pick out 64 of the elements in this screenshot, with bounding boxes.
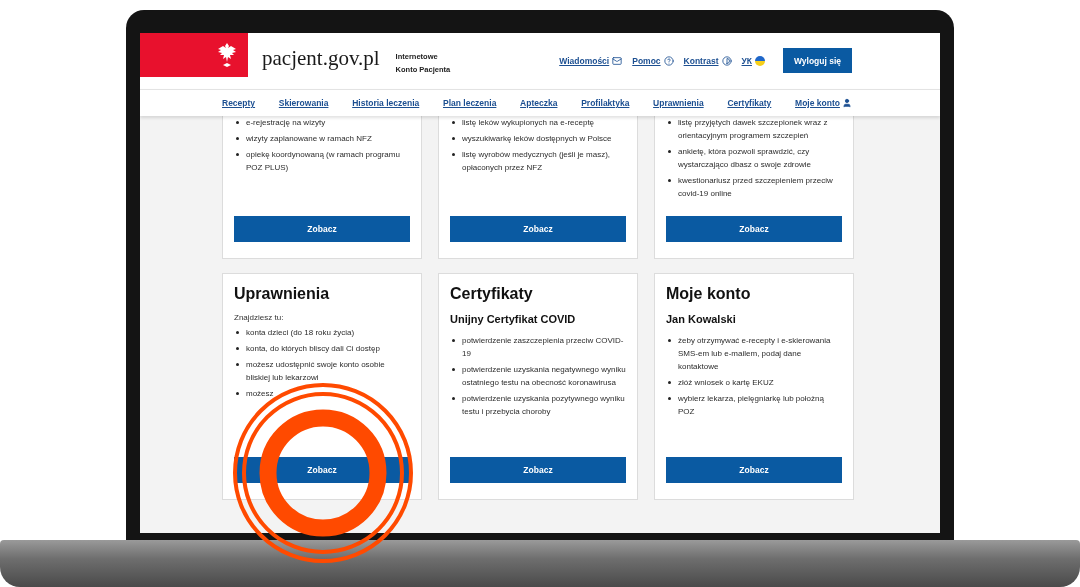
card-title: Certyfikaty	[450, 285, 534, 303]
bullet-icon	[668, 150, 671, 153]
nav-link[interactable]: Recepty	[222, 98, 256, 108]
bullet-icon	[236, 121, 239, 124]
nav-link[interactable]: Historia leczenia	[352, 98, 420, 108]
see-button[interactable]: Zobacz	[666, 216, 842, 242]
list-item-text: złóż wniosek o kartę EKUZ	[678, 377, 774, 389]
list-item-text: konta dzieci (do 18 roku życia)	[246, 327, 355, 339]
see-button[interactable]: Zobacz	[666, 457, 842, 483]
person-icon	[841, 98, 852, 108]
list-item-text: wyszukiwarkę leków dostępnych w Polsce	[462, 133, 612, 145]
header-link[interactable]: Kontrast	[683, 55, 732, 66]
bullet-icon	[236, 331, 239, 334]
bullet-icon	[452, 121, 455, 124]
list-item-text: możesz	[246, 388, 274, 400]
mail-icon	[612, 55, 623, 66]
site-logo[interactable]: pacjent.gov.pl	[262, 46, 380, 71]
bullet-icon	[236, 137, 239, 140]
list-item-text: potwierdzenie uzyskania pozytywnego wyniku testu i przebycia choroby	[462, 393, 626, 418]
bullet-icon	[452, 153, 455, 156]
list-item-text: opiekę koordynowaną (w ramach programu POZ PLUS)	[246, 149, 401, 174]
see-button[interactable]: Zobacz	[450, 216, 626, 242]
flag-icon	[755, 55, 765, 66]
nav-link[interactable]: Apteczka	[520, 98, 558, 108]
bullet-icon	[236, 153, 239, 156]
help-icon	[663, 55, 674, 66]
card-title: Uprawnienia	[234, 285, 331, 303]
header-link[interactable]: УК	[741, 55, 765, 66]
list-item-text: konta, do których bliscy dali Ci dostęp	[246, 343, 380, 355]
header-link[interactable]: Pomoc	[632, 55, 674, 66]
list-item-text: e-rejestrację na wizyty	[246, 117, 326, 129]
bullet-icon	[452, 137, 455, 140]
eagle-icon	[216, 41, 238, 69]
nav-link[interactable]: Moje konto	[795, 98, 852, 108]
list-item-text: listę leków wykupionych na e-receptę	[462, 117, 595, 129]
nav-link[interactable]: Skierowania	[278, 98, 329, 108]
bullet-icon	[668, 121, 671, 124]
nav-link[interactable]: Uprawnienia	[653, 98, 704, 108]
nav-link[interactable]: Certyfikaty	[727, 98, 772, 108]
list-item-text: wybierz lekarza, pielęgniarkę lub położną POZ	[678, 393, 825, 418]
bullet-icon	[668, 179, 671, 182]
nav-link[interactable]: Profilaktyka	[581, 98, 630, 108]
logout-button[interactable]: Wyloguj się	[783, 48, 852, 73]
card-subtitle: Unijny Certyfikat COVID	[450, 313, 577, 325]
bullet-icon	[236, 363, 239, 366]
contrast-icon	[721, 55, 732, 66]
bullet-icon	[452, 339, 455, 342]
card-subtitle: Jan Kowalski	[666, 313, 737, 325]
see-button[interactable]: Zobacz	[234, 216, 410, 242]
see-button[interactable]: Zobacz	[450, 457, 626, 483]
bullet-icon	[668, 339, 671, 342]
header-link[interactable]: Wiadomości	[559, 55, 623, 66]
list-item-text: kwestionariusz przed szczepieniem przeciw covid-19 online	[678, 175, 834, 200]
card-intro: Znajdziesz tu:	[234, 313, 285, 322]
card-title: Moje konto	[666, 285, 752, 303]
list-item-text: listę wyrobów medycznych (jeśli je masz), opłaconych przez NFZ	[462, 149, 612, 174]
bullet-icon	[452, 397, 455, 400]
nav-link[interactable]: Plan leczenia	[443, 98, 497, 108]
bullet-icon	[452, 368, 455, 371]
bullet-icon	[668, 381, 671, 384]
bullet-icon	[668, 397, 671, 400]
bullet-icon	[236, 347, 239, 350]
list-item-text: wizyty zaplanowane w ramach NFZ	[246, 133, 372, 145]
bullet-icon	[236, 392, 239, 395]
